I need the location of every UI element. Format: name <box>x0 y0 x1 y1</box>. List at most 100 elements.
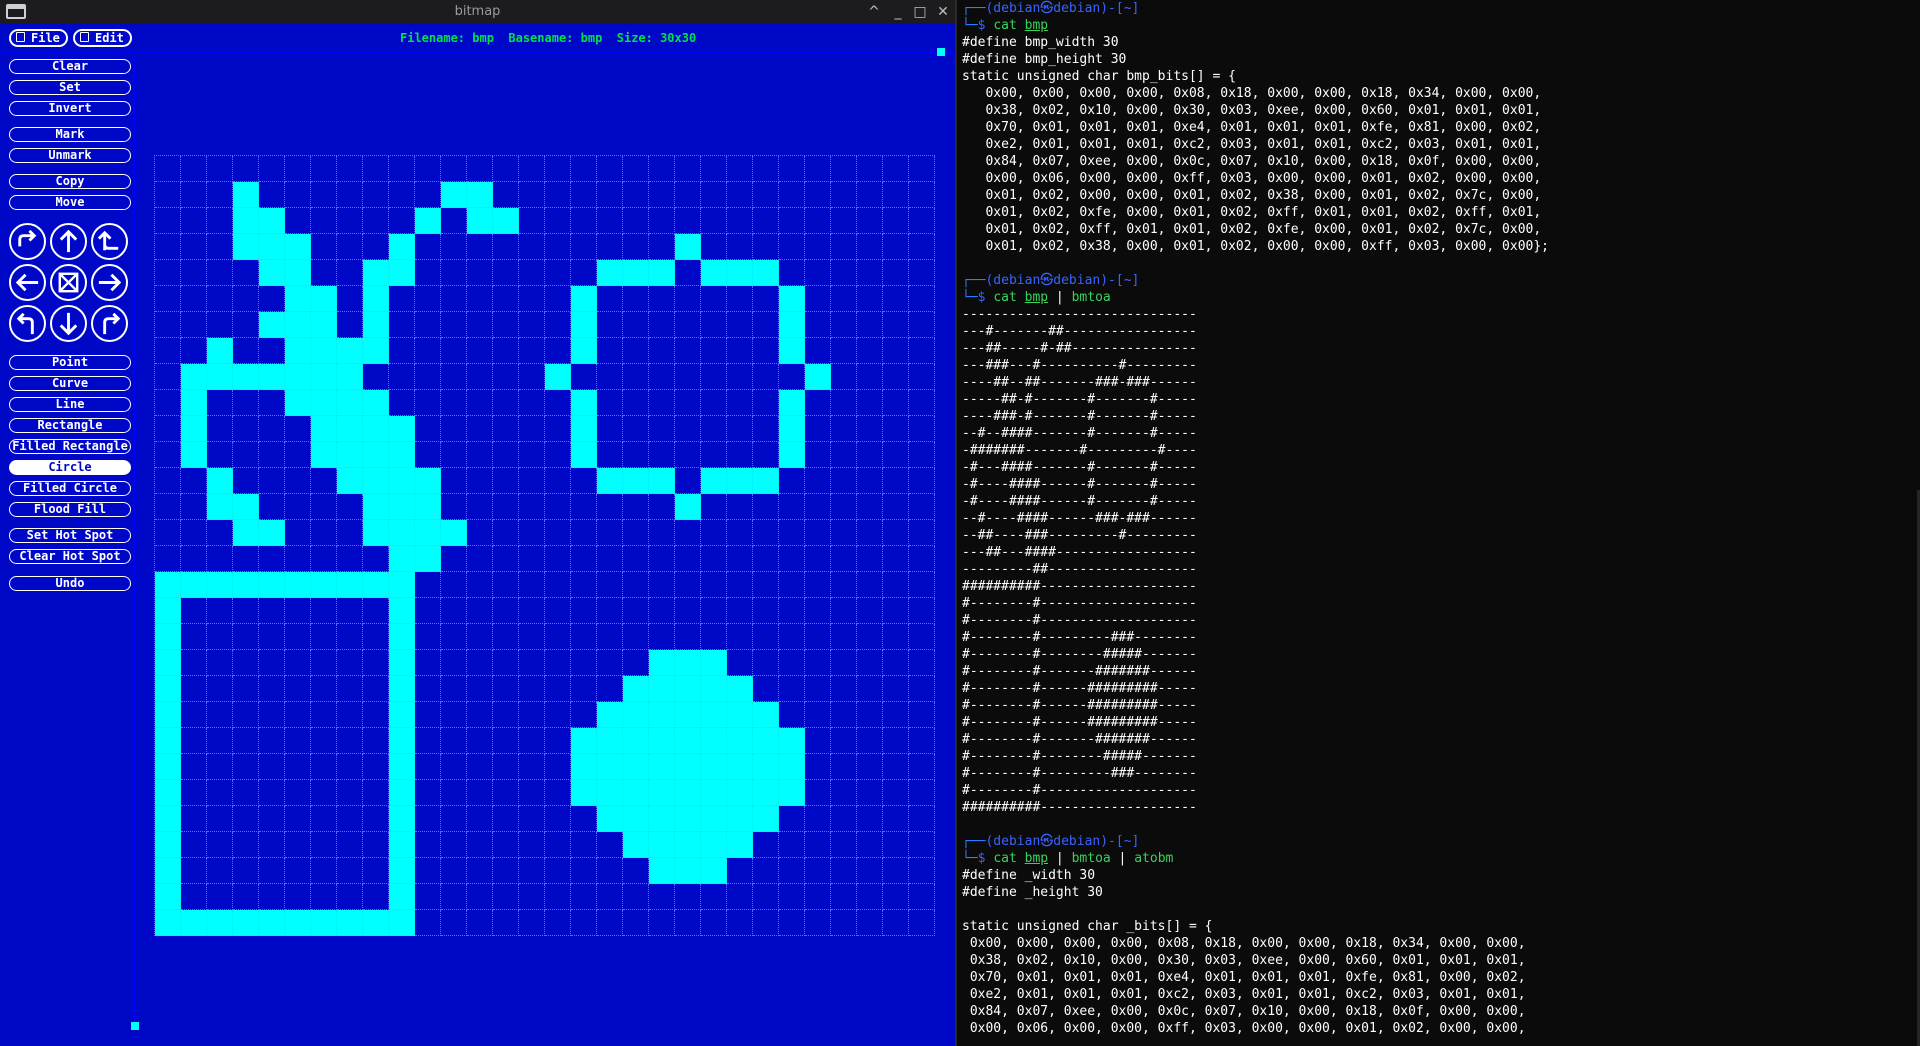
pixel-off[interactable] <box>597 182 623 208</box>
pixel-off[interactable] <box>805 260 831 286</box>
pixel-off[interactable] <box>363 156 389 182</box>
pixel-off[interactable] <box>883 338 909 364</box>
pixel-off[interactable] <box>207 260 233 286</box>
circle-button[interactable]: Circle <box>9 460 131 475</box>
pixel-off[interactable] <box>155 260 181 286</box>
pixel-off[interactable] <box>597 676 623 702</box>
pixel-on[interactable] <box>389 572 415 598</box>
pixel-off[interactable] <box>493 312 519 338</box>
pixel-off[interactable] <box>909 338 935 364</box>
pixel-off[interactable] <box>571 494 597 520</box>
pixel-off[interactable] <box>675 624 701 650</box>
pixel-off[interactable] <box>285 832 311 858</box>
pixel-off[interactable] <box>701 884 727 910</box>
pixel-off[interactable] <box>259 754 285 780</box>
curve-button[interactable]: Curve <box>9 376 131 391</box>
pixel-off[interactable] <box>623 650 649 676</box>
pixel-off[interactable] <box>337 260 363 286</box>
pixel-on[interactable] <box>311 390 337 416</box>
pixel-on[interactable] <box>753 468 779 494</box>
pixel-on[interactable] <box>285 572 311 598</box>
pixel-off[interactable] <box>727 338 753 364</box>
pixel-on[interactable] <box>779 312 805 338</box>
pixel-off[interactable] <box>753 884 779 910</box>
pixel-off[interactable] <box>701 390 727 416</box>
pixel-off[interactable] <box>753 182 779 208</box>
pixel-on[interactable] <box>727 468 753 494</box>
pixel-off[interactable] <box>805 702 831 728</box>
pixel-off[interactable] <box>285 702 311 728</box>
pixel-off[interactable] <box>545 520 571 546</box>
edit-menu-button[interactable]: Edit <box>73 29 132 47</box>
pixel-on[interactable] <box>337 468 363 494</box>
pixel-on[interactable] <box>649 754 675 780</box>
pixel-on[interactable] <box>207 338 233 364</box>
pixel-off[interactable] <box>467 546 493 572</box>
pixel-off[interactable] <box>545 858 571 884</box>
pixel-off[interactable] <box>337 208 363 234</box>
pixel-on[interactable] <box>233 182 259 208</box>
pixel-off[interactable] <box>259 442 285 468</box>
pixel-off[interactable] <box>233 728 259 754</box>
pixel-off[interactable] <box>779 598 805 624</box>
pixel-off[interactable] <box>753 312 779 338</box>
pixel-off[interactable] <box>909 156 935 182</box>
pixel-off[interactable] <box>545 260 571 286</box>
pixel-off[interactable] <box>207 546 233 572</box>
pixel-off[interactable] <box>207 650 233 676</box>
pixel-off[interactable] <box>597 338 623 364</box>
pixel-off[interactable] <box>675 390 701 416</box>
pixel-off[interactable] <box>493 780 519 806</box>
pixel-on[interactable] <box>597 260 623 286</box>
pixel-off[interactable] <box>441 156 467 182</box>
pixel-off[interactable] <box>727 156 753 182</box>
pixel-off[interactable] <box>753 156 779 182</box>
pixel-off[interactable] <box>857 442 883 468</box>
pixel-off[interactable] <box>493 650 519 676</box>
pixel-on[interactable] <box>155 624 181 650</box>
pixel-off[interactable] <box>779 910 805 936</box>
pixel-off[interactable] <box>623 312 649 338</box>
pixel-off[interactable] <box>831 598 857 624</box>
pixel-off[interactable] <box>415 182 441 208</box>
pixel-off[interactable] <box>545 442 571 468</box>
pixel-off[interactable] <box>519 702 545 728</box>
pixel-off[interactable] <box>493 442 519 468</box>
pixel-on[interactable] <box>701 728 727 754</box>
pixel-off[interactable] <box>337 286 363 312</box>
pixel-on[interactable] <box>753 702 779 728</box>
pixel-off[interactable] <box>727 910 753 936</box>
pixel-off[interactable] <box>857 806 883 832</box>
pixel-off[interactable] <box>831 390 857 416</box>
pixel-off[interactable] <box>363 806 389 832</box>
pixel-off[interactable] <box>649 598 675 624</box>
pixel-on[interactable] <box>753 806 779 832</box>
pixel-off[interactable] <box>649 416 675 442</box>
pixel-on[interactable] <box>363 494 389 520</box>
pixel-on[interactable] <box>597 468 623 494</box>
pixel-off[interactable] <box>441 728 467 754</box>
pixel-off[interactable] <box>259 832 285 858</box>
pixel-off[interactable] <box>675 286 701 312</box>
pixel-off[interactable] <box>857 780 883 806</box>
pixel-off[interactable] <box>571 156 597 182</box>
pixel-off[interactable] <box>753 910 779 936</box>
pixel-off[interactable] <box>415 832 441 858</box>
pixel-off[interactable] <box>649 156 675 182</box>
move-right-button[interactable] <box>91 264 128 301</box>
pixel-off[interactable] <box>571 910 597 936</box>
pixel-off[interactable] <box>571 364 597 390</box>
pixel-off[interactable] <box>337 832 363 858</box>
move-up-button[interactable] <box>50 223 87 260</box>
pixel-off[interactable] <box>805 676 831 702</box>
pixel-off[interactable] <box>831 780 857 806</box>
pixel-off[interactable] <box>519 910 545 936</box>
pixel-off[interactable] <box>519 260 545 286</box>
pixel-off[interactable] <box>727 182 753 208</box>
pixel-off[interactable] <box>779 806 805 832</box>
pixel-on[interactable] <box>597 806 623 832</box>
pixel-on[interactable] <box>285 312 311 338</box>
pixel-off[interactable] <box>233 676 259 702</box>
pixel-off[interactable] <box>701 364 727 390</box>
pixel-on[interactable] <box>207 468 233 494</box>
